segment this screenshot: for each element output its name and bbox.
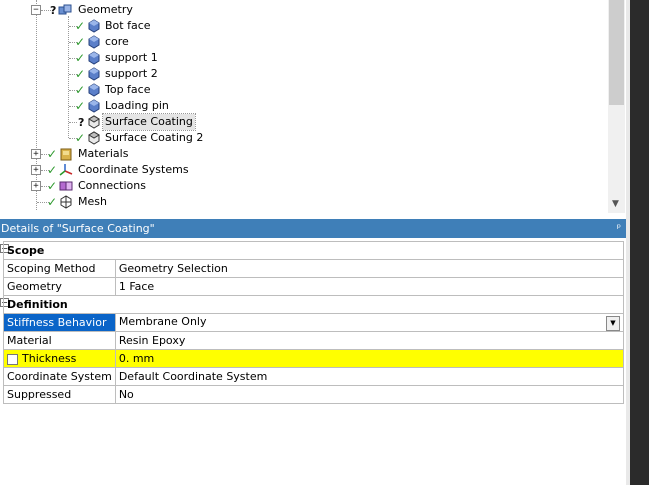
row-geometry[interactable]: Geometry 1 Face [0,277,625,296]
tree-item-top-face[interactable]: ✓ Top face [0,82,600,98]
property-label: Thickness [22,352,77,365]
tree-item-support-2[interactable]: ✓ support 2 [0,66,600,82]
surface-body-icon [88,131,100,145]
mesh-icon [60,195,72,209]
row-stiffness-behavior[interactable]: Stiffness Behavior Membrane Only ▼ [0,313,625,332]
chevron-down-icon[interactable]: ▼ [606,315,620,331]
row-coordinate-system[interactable]: Coordinate System Default Coordinate Sys… [0,367,625,386]
tree-item-label: Bot face [105,19,151,32]
tree-item-label: Mesh [78,195,107,208]
check-icon: ✓ [75,99,86,113]
tree-item-surface-coating-2[interactable]: ✓ Surface Coating 2 [0,130,600,146]
property-value[interactable]: Default Coordinate System [114,367,625,386]
tree-item-coordinate-systems[interactable]: + ✓ Coordinate Systems [0,162,600,178]
check-icon: ✓ [47,195,58,209]
tree-connector [69,122,77,123]
row-scoping-method[interactable]: Scoping Method Geometry Selection [0,259,625,278]
collapse-toggle[interactable]: − [31,5,41,15]
tree-item-label: support 1 [105,51,158,64]
tree-item-label: Geometry [78,3,133,16]
body-cube-icon [88,35,100,49]
tree-item-loading-pin[interactable]: ✓ Loading pin [0,98,600,114]
section-label: Scope [3,241,624,260]
property-label: Stiffness Behavior [3,313,116,332]
check-icon: ✓ [47,179,58,193]
tree-item-geometry[interactable]: − ? Geometry [0,2,600,18]
section-scope[interactable]: Scope [0,241,624,260]
outline-tree[interactable]: − ? Geometry ✓ Bot face ✓ core ✓ support… [0,0,626,213]
tree-item-connections[interactable]: + ✓ Connections [0,178,600,194]
question-icon: ? [50,4,57,17]
stiffness-behavior-dropdown[interactable]: Membrane Only ▼ [114,313,625,332]
question-icon: ? [78,116,85,129]
expand-toggle[interactable]: + [31,149,41,159]
tree-item-materials[interactable]: + ✓ Materials [0,146,600,162]
materials-icon [60,148,72,161]
connections-icon [59,181,73,191]
window-edge [630,0,649,485]
property-label: Scoping Method [3,259,116,278]
tree-item-label: Connections [78,179,146,192]
property-value[interactable]: No [114,385,625,404]
tree-item-core[interactable]: ✓ core [0,34,600,50]
coordinate-systems-icon [59,164,73,176]
thickness-input[interactable]: 0. mm [114,349,625,368]
check-icon: ✓ [47,163,58,177]
tree-item-surface-coating[interactable]: ? Surface Coating [0,113,600,131]
scroll-down-arrow-icon[interactable]: ▼ [612,200,619,209]
row-material[interactable]: Material Resin Epoxy [0,331,625,350]
tree-item-label: Surface Coating [102,113,196,131]
scrollbar-thumb[interactable] [609,0,624,105]
parameter-checkbox[interactable] [7,353,18,365]
row-suppressed[interactable]: Suppressed No [0,385,625,404]
tree-item-label: Surface Coating 2 [105,131,204,144]
check-icon: ✓ [75,19,86,33]
tree-item-label: Loading pin [105,99,169,112]
details-grid: Scope Scoping Method Geometry Selection … [0,241,625,404]
body-cube-icon [88,67,100,81]
check-icon: ✓ [75,131,86,145]
check-icon: ✓ [47,147,58,161]
tree-item-label: Materials [78,147,129,160]
dropdown-value: Membrane Only [118,314,207,328]
section-label: Definition [3,295,624,314]
thickness-property-cell: Thickness [3,349,116,368]
tree-item-label: core [105,35,129,48]
tree-item-label: Top face [105,83,151,96]
tree-item-label: support 2 [105,67,158,80]
surface-body-icon [88,115,100,129]
check-icon: ✓ [75,35,86,49]
tree-item-label: Coordinate Systems [78,163,189,176]
body-cube-icon [88,51,100,65]
row-thickness[interactable]: Thickness 0. mm [0,349,625,368]
tree-item-mesh[interactable]: ✓ Mesh [0,194,600,210]
details-title: Details of "Surface Coating" [1,222,155,235]
pin-icon[interactable]: ᵖ [617,219,621,238]
check-icon: ✓ [75,83,86,97]
expand-toggle[interactable]: + [31,181,41,191]
tree-item-support-1[interactable]: ✓ support 1 [0,50,600,66]
property-label: Material [3,331,116,350]
body-cube-icon [88,99,100,113]
check-icon: ✓ [75,67,86,81]
section-definition[interactable]: Definition [0,295,624,314]
tree-scrollbar[interactable]: ▼ [608,0,625,213]
details-panel-header: Details of "Surface Coating" ᵖ [0,219,626,238]
body-cube-icon [88,19,100,33]
details-panel: − − Scope Scoping Method Geometry Select… [0,238,626,485]
expand-toggle[interactable]: + [31,165,41,175]
property-label: Coordinate System [3,367,116,386]
check-icon: ✓ [75,51,86,65]
property-value[interactable]: 1 Face [114,277,625,296]
property-value[interactable]: Geometry Selection [114,259,625,278]
geometry-icon [58,4,72,15]
property-label: Suppressed [3,385,116,404]
body-cube-icon [88,83,100,97]
property-value[interactable]: Resin Epoxy [114,331,625,350]
property-label: Geometry [3,277,116,296]
tree-item-bot-face[interactable]: ✓ Bot face [0,18,600,34]
